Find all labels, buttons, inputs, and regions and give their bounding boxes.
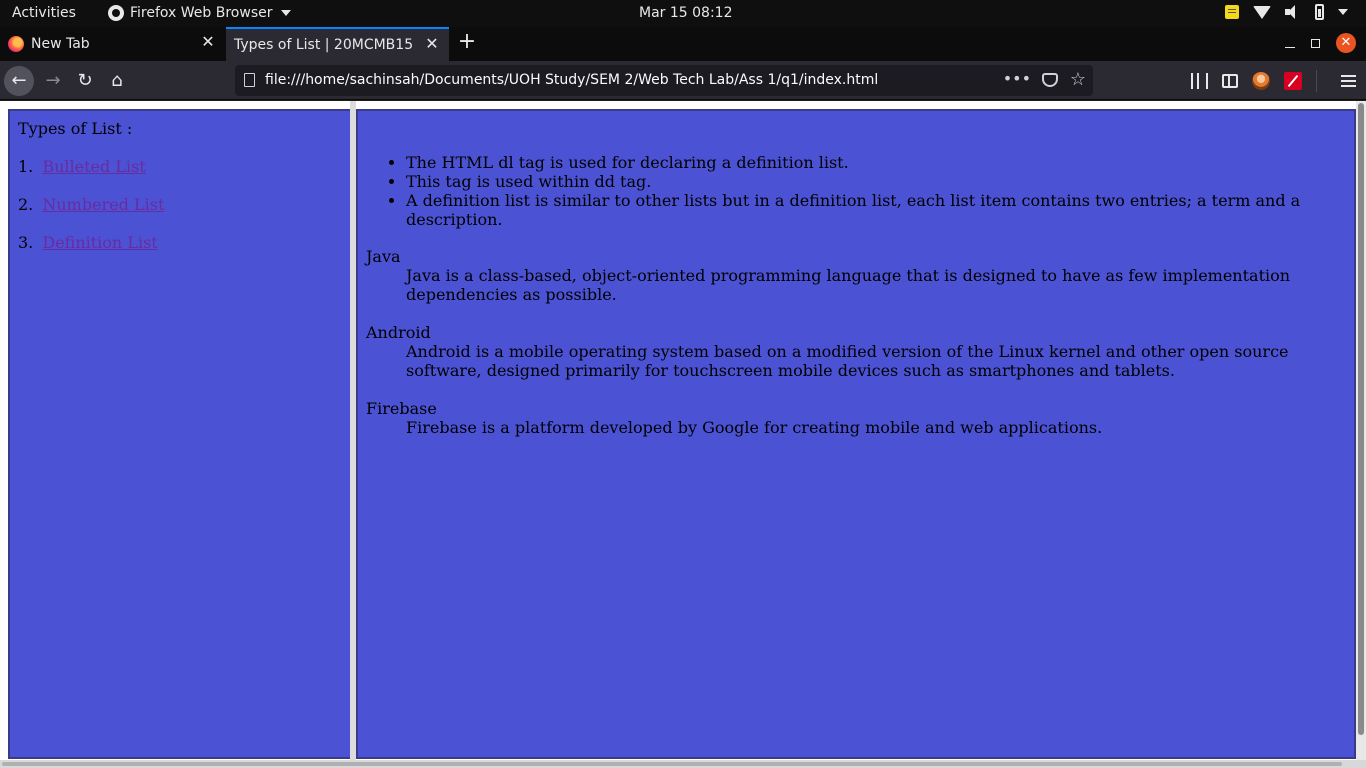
chevron-down-icon [280, 10, 291, 16]
new-tab-button[interactable]: + [456, 31, 478, 55]
tab-title: New Tab [31, 36, 90, 52]
bullet-list: The HTML dl tag is used for declaring a … [406, 153, 1306, 229]
tab-title: Types of List | 20MCMB15 [234, 37, 414, 53]
window-close-icon[interactable]: ✕ [1336, 33, 1356, 53]
definition-list: Java Java is a class-based, object-orien… [366, 247, 1306, 456]
toolbar-separator [1316, 70, 1317, 92]
horizontal-scrollbar[interactable] [0, 760, 1366, 768]
account-avatar-icon[interactable] [1252, 72, 1270, 90]
definition-term: Android [366, 323, 431, 342]
volume-icon[interactable] [1285, 5, 1301, 19]
wifi-icon[interactable] [1253, 5, 1271, 19]
scrollbar-thumb[interactable] [2, 762, 1342, 766]
link-definition-list[interactable]: Definition List [42, 233, 157, 252]
list-heading: Types of List : [18, 119, 133, 138]
definition-description: Firebase is a platform developed by Goog… [406, 418, 1103, 437]
reload-button[interactable]: ↻ [70, 66, 100, 96]
navigation-toolbar: ← → ↻ ⌂ file:///home/sachinsah/Documents… [0, 61, 1366, 100]
minimize-icon[interactable] [1285, 46, 1295, 48]
url-text[interactable]: file:///home/sachinsah/Documents/UOH Stu… [265, 72, 878, 88]
nav-item-bulleted: 1. Bulleted List [18, 157, 146, 176]
system-top-bar: Activities Firefox Web Browser Mar 15 08… [0, 0, 1366, 27]
sidebar-icon[interactable] [1222, 74, 1238, 88]
library-icon[interactable] [1191, 73, 1208, 89]
definition-description: Java is a class-based, object-oriented p… [406, 266, 1291, 304]
forward-button[interactable]: → [38, 66, 68, 96]
vertical-scrollbar[interactable] [1356, 101, 1366, 760]
extension-icon[interactable] [1284, 72, 1302, 90]
back-button[interactable]: ← [4, 66, 34, 96]
link-bulleted-list[interactable]: Bulleted List [42, 157, 145, 176]
definition-term: Java [366, 247, 401, 266]
page-viewport: Types of List : 1. Bulleted List 2. Numb… [0, 101, 1366, 768]
nav-item-number: 1. [18, 157, 34, 176]
activities-button[interactable]: Activities [12, 5, 76, 21]
firefox-icon [108, 5, 124, 21]
menu-icon[interactable] [1341, 75, 1356, 87]
app-menu[interactable]: Firefox Web Browser [108, 5, 291, 21]
tab-types-of-list[interactable]: Types of List | 20MCMB15 ✕ [226, 27, 449, 61]
link-numbered-list[interactable]: Numbered List [42, 195, 164, 214]
nav-item-numbered: 2. Numbered List [18, 195, 164, 214]
system-tray[interactable] [1225, 4, 1348, 20]
page-icon[interactable] [244, 73, 255, 87]
page-actions-icon[interactable]: ••• [1003, 69, 1031, 88]
list-item: A definition list is similar to other li… [406, 191, 1306, 229]
nav-item-number: 2. [18, 195, 34, 214]
nav-item-definition: 3. Definition List [18, 233, 158, 252]
app-menu-label: Firefox Web Browser [130, 5, 273, 21]
close-icon[interactable]: ✕ [425, 36, 439, 52]
toolbar-right [1191, 70, 1356, 92]
chevron-down-icon[interactable] [1338, 9, 1348, 15]
tab-strip: New Tab ✕ Types of List | 20MCMB15 ✕ + ✕ [0, 27, 1366, 61]
definition-term: Firebase [366, 399, 437, 418]
definition-description: Android is a mobile operating system bas… [406, 342, 1289, 380]
tab-new-tab[interactable]: New Tab ✕ [0, 27, 225, 61]
nav-item-number: 3. [18, 233, 34, 252]
maximize-icon[interactable] [1311, 38, 1320, 48]
right-frame: The HTML dl tag is used for declaring a … [356, 109, 1356, 759]
window-controls: ✕ [1285, 33, 1356, 53]
list-item: This tag is used within dd tag. [406, 172, 1306, 191]
close-icon[interactable]: ✕ [201, 34, 215, 50]
home-button[interactable]: ⌂ [102, 66, 132, 96]
battery-icon[interactable] [1315, 4, 1324, 20]
bookmark-star-icon[interactable]: ☆ [1070, 69, 1086, 90]
url-bar[interactable]: file:///home/sachinsah/Documents/UOH Stu… [235, 65, 1093, 96]
firefox-icon [8, 36, 24, 52]
clock[interactable]: Mar 15 08:12 [639, 5, 732, 21]
pocket-icon[interactable] [1042, 73, 1058, 87]
list-item: The HTML dl tag is used for declaring a … [406, 153, 1306, 172]
sticky-notes-icon[interactable] [1225, 5, 1239, 19]
scrollbar-thumb[interactable] [1358, 103, 1364, 735]
left-frame: Types of List : 1. Bulleted List 2. Numb… [8, 109, 352, 759]
